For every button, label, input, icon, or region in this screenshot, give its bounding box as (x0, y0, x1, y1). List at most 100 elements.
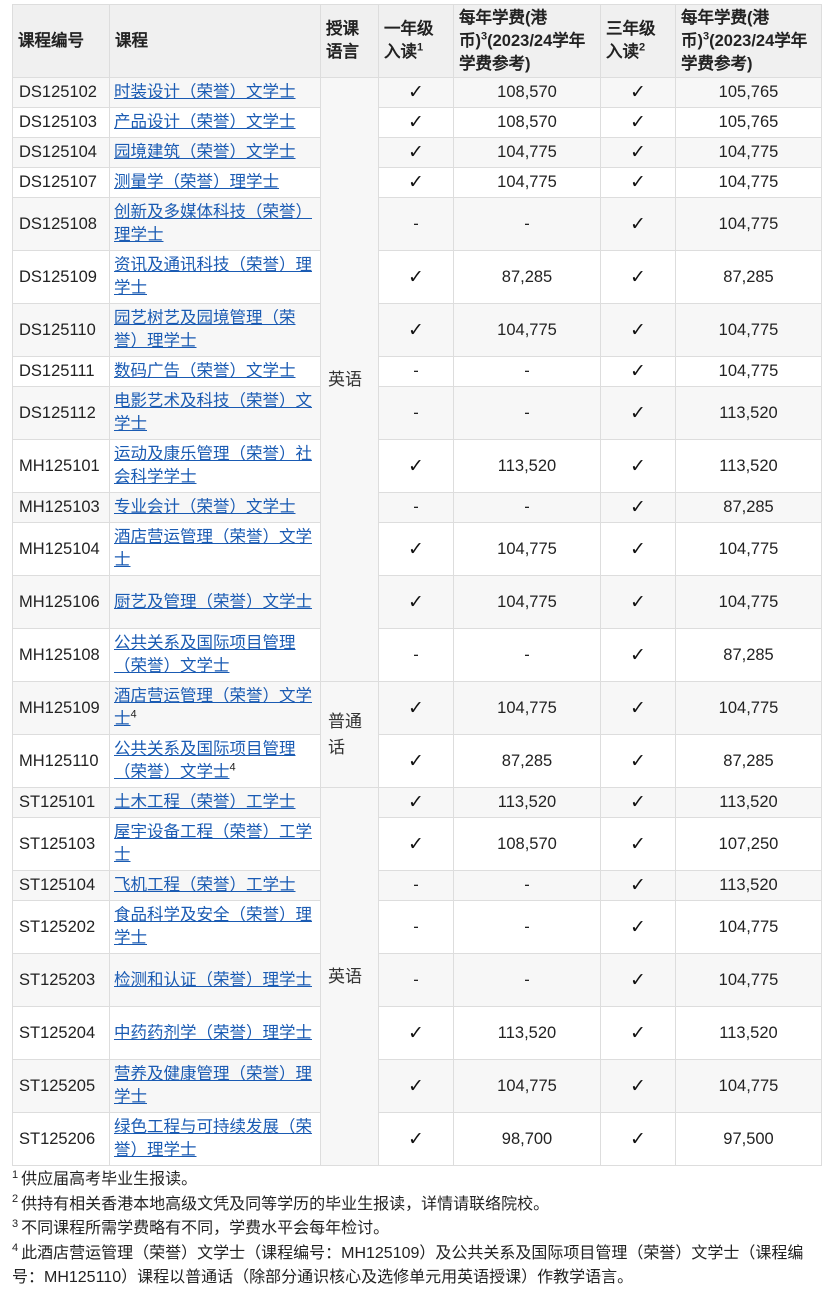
programme-link[interactable]: 营养及健康管理（荣誉）理学士 (114, 1065, 312, 1106)
header-name: 课程 (109, 4, 321, 78)
fee-year1: 104,775 (453, 575, 601, 629)
programme-code: DS125103 (12, 107, 110, 138)
programme-name-cell: 园艺树艺及园境管理（荣誉）理学士 (109, 303, 321, 357)
check-icon: ✓ (378, 575, 454, 629)
fee-year3: 97,500 (675, 1112, 822, 1166)
programme-link[interactable]: 公共关系及国际项目管理（荣誉）文学士 (114, 634, 296, 675)
programme-link[interactable]: 酒店营运管理（荣誉）文学士 (114, 528, 312, 569)
programme-link[interactable]: 园境建筑（荣誉）文学士 (114, 143, 296, 161)
programme-link[interactable]: 食品科学及安全（荣誉）理学士 (114, 906, 312, 947)
programme-link[interactable]: 酒店营运管理（荣誉）文学士 (114, 687, 312, 728)
fee-year1: - (453, 628, 601, 682)
footnote-2: 2 供持有相关香港本地高级文凭及同等学历的毕业生报读，详情请联络院校。 (12, 1193, 821, 1218)
programme-code: MH125106 (12, 575, 110, 629)
table-row: MH125101 运动及康乐管理（荣誉）社会科学学士 ✓ 113,520 ✓ 113,52… (12, 439, 822, 493)
programme-link[interactable]: 公共关系及国际项目管理（荣誉）文学士 (114, 740, 296, 781)
header-code: 课程编号 (12, 4, 110, 78)
programme-link[interactable]: 检测和认证（荣誉）理学士 (114, 971, 312, 989)
programme-link[interactable]: 数码广告（荣誉）文学士 (114, 362, 296, 380)
programme-link[interactable]: 运动及康乐管理（荣誉）社会科学学士 (114, 445, 312, 486)
programme-link[interactable]: 飞机工程（荣誉）工学士 (114, 876, 296, 894)
programme-code: ST125206 (12, 1112, 110, 1166)
programme-code: DS125104 (12, 137, 110, 168)
programme-name-cell: 中药药剂学（荣誉）理学士 (109, 1006, 321, 1060)
dash-mark: - (378, 492, 454, 523)
footnote-text: 供应届高考毕业生报读。 (21, 1171, 198, 1188)
check-icon: ✓ (378, 681, 454, 735)
check-icon: ✓ (378, 137, 454, 168)
programme-name-cell: 资讯及通讯科技（荣誉）理学士 (109, 250, 321, 304)
programme-link[interactable]: 厨艺及管理（荣誉）文学士 (114, 593, 312, 611)
check-icon: ✓ (378, 250, 454, 304)
check-icon: ✓ (600, 900, 676, 954)
fee-year1: 104,775 (453, 681, 601, 735)
check-icon: ✓ (378, 522, 454, 576)
check-icon: ✓ (378, 107, 454, 138)
check-icon: ✓ (600, 356, 676, 387)
programme-name-cell: 检测和认证（荣誉）理学士 (109, 953, 321, 1007)
fee-year3: 104,775 (675, 303, 822, 357)
check-icon: ✓ (600, 787, 676, 818)
programme-link[interactable]: 资讯及通讯科技（荣誉）理学士 (114, 256, 312, 297)
header-year1: 一年级入读1 (378, 4, 454, 78)
check-icon: ✓ (600, 681, 676, 735)
table-header-row: 课程编号 课程 授课语言 一年级入读1 每年学费(港币)3(2023/24学年学… (12, 4, 822, 78)
programme-link[interactable]: 产品设计（荣誉）文学士 (114, 113, 296, 131)
programme-name-cell: 酒店营运管理（荣誉）文学士 (109, 522, 321, 576)
programme-name-cell: 飞机工程（荣誉）工学士 (109, 870, 321, 901)
dash-mark: - (378, 356, 454, 387)
header-fee1: 每年学费(港币)3(2023/24学年学费参考) (453, 4, 601, 78)
programme-name-cell: 测量学（荣誉）理学士 (109, 167, 321, 198)
programme-link[interactable]: 创新及多媒体科技（荣誉）理学士 (114, 203, 312, 244)
fee-year3: 113,520 (675, 870, 822, 901)
check-icon: ✓ (378, 303, 454, 357)
teaching-language: 英语 (320, 787, 379, 1166)
programme-code: ST125103 (12, 817, 110, 871)
check-icon: ✓ (600, 250, 676, 304)
footnote-text: 此酒店营运管理（荣誉）文学士（课程编号：MH125109）及公共关系及国际项目管… (12, 1244, 804, 1287)
programme-table: 课程编号 课程 授课语言 一年级入读1 每年学费(港币)3(2023/24学年学… (12, 4, 822, 1166)
table-row: ST125103 屋宇设备工程（荣誉）工学士 ✓ 108,570 ✓ 107,250 (12, 817, 822, 871)
programme-link[interactable]: 专业会计（荣誉）文学士 (114, 498, 296, 516)
teaching-language: 普通话 (320, 681, 379, 788)
programme-link[interactable]: 园艺树艺及园境管理（荣誉）理学士 (114, 309, 296, 350)
programme-link[interactable]: 测量学（荣誉）理学士 (114, 173, 279, 191)
programme-code: ST125203 (12, 953, 110, 1007)
table-row: ST125204 中药药剂学（荣誉）理学士 ✓ 113,520 ✓ 113,520 (12, 1006, 822, 1060)
fee-year3: 104,775 (675, 575, 822, 629)
table-row: MH125109 酒店营运管理（荣誉）文学士4 普通话 ✓ 104,775 ✓ 104,77… (12, 681, 822, 788)
fee-year1: 104,775 (453, 137, 601, 168)
check-icon: ✓ (378, 77, 454, 108)
check-icon: ✓ (600, 1059, 676, 1113)
programme-name-cell: 土木工程（荣誉）工学士 (109, 787, 321, 818)
check-icon: ✓ (600, 953, 676, 1007)
fee-year3: 113,520 (675, 1006, 822, 1060)
fee-year1: 113,520 (453, 787, 601, 818)
table-row: DS125104 园境建筑（荣誉）文学士 ✓ 104,775 ✓ 104,775 (12, 137, 822, 168)
fee-year3: 87,285 (675, 734, 822, 788)
programme-link[interactable]: 土木工程（荣誉）工学士 (114, 793, 296, 811)
programme-code: DS125102 (12, 77, 110, 108)
fee-year3: 107,250 (675, 817, 822, 871)
programme-link[interactable]: 时装设计（荣誉）文学士 (114, 83, 296, 101)
check-icon: ✓ (600, 77, 676, 108)
programme-link[interactable]: 电影艺术及科技（荣誉）文学士 (114, 392, 312, 433)
programme-name-cell: 时装设计（荣誉）文学士 (109, 77, 321, 108)
programme-link[interactable]: 屋宇设备工程（荣誉）工学士 (114, 823, 312, 864)
dash-mark: - (378, 386, 454, 440)
programme-name-cell: 公共关系及国际项目管理（荣誉）文学士4 (109, 734, 321, 788)
table-row: DS125111 数码广告（荣誉）文学士 - - ✓ 104,775 (12, 356, 822, 387)
table-row: ST125202 食品科学及安全（荣誉）理学士 - - ✓ 104,775 (12, 900, 822, 954)
check-icon: ✓ (600, 1112, 676, 1166)
fee-year3: 105,765 (675, 107, 822, 138)
programme-code: MH125110 (12, 734, 110, 788)
footnote-text: 不同课程所需学费略有不同，学费水平会每年检讨。 (21, 1220, 390, 1237)
programme-link[interactable]: 中药药剂学（荣誉）理学士 (114, 1024, 312, 1042)
programme-name-cell: 食品科学及安全（荣誉）理学士 (109, 900, 321, 954)
fee-year1: - (453, 386, 601, 440)
table-row: DS125102 时装设计（荣誉）文学士 英语 ✓ 108,570 ✓ 105,765 (12, 77, 822, 682)
table-row: DS125107 测量学（荣誉）理学士 ✓ 104,775 ✓ 104,775 (12, 167, 822, 198)
programme-name-cell: 公共关系及国际项目管理（荣誉）文学士 (109, 628, 321, 682)
fee-year1: 104,775 (453, 167, 601, 198)
programme-link[interactable]: 绿色工程与可持续发展（荣誉）理学士 (114, 1118, 312, 1159)
